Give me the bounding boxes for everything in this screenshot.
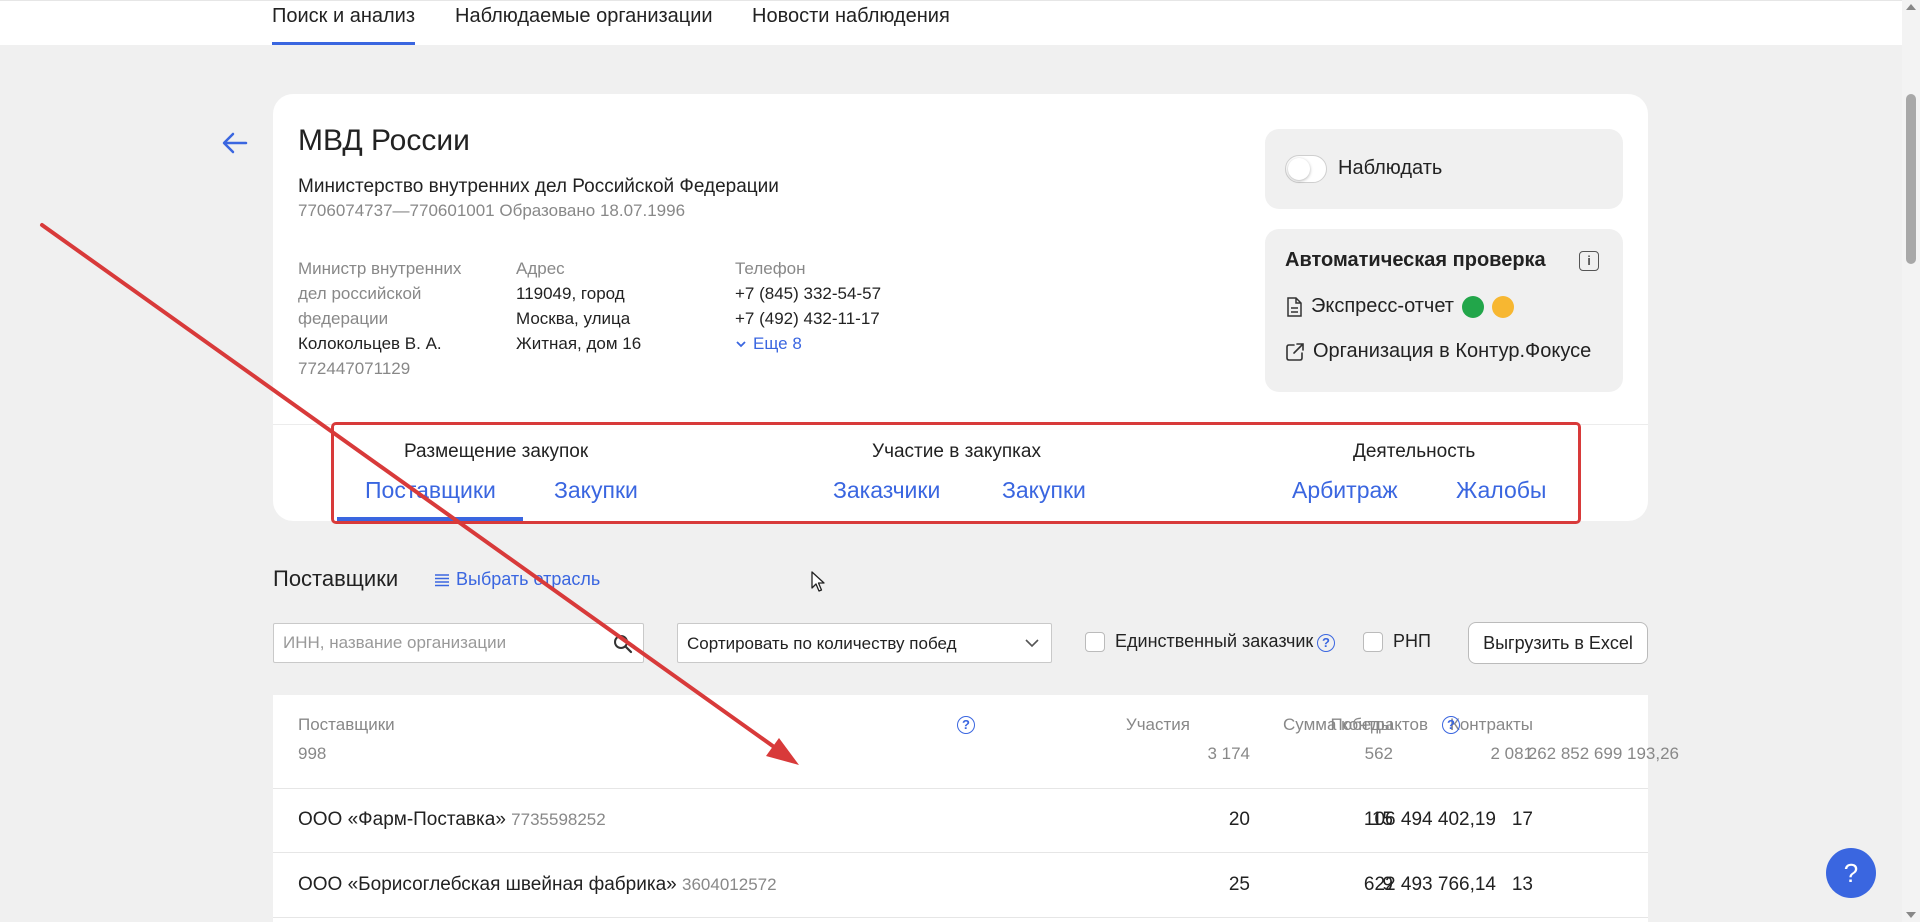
header-suppliers: Поставщики — [298, 715, 395, 734]
contracts-cell: 17 — [1511, 809, 1533, 830]
help-circle-icon[interactable]: ? — [1442, 716, 1460, 734]
info-icon[interactable]: i — [1579, 251, 1599, 271]
scroll-up-icon[interactable] — [1906, 4, 1916, 10]
help-button[interactable]: ? — [1826, 848, 1876, 898]
tab-search-analysis[interactable]: Поиск и анализ — [272, 3, 416, 45]
chevron-down-icon — [736, 340, 746, 347]
table-row[interactable]: ООО «Борисоглебская швейная фабрика» 360… — [273, 854, 1648, 918]
choose-industry-label: Выбрать отрасль — [456, 569, 601, 589]
participations-cell: 20 — [1228, 809, 1250, 830]
org-phone-1: +7 (845) 332-54-57 — [735, 284, 882, 303]
header-participations-label: Участия — [1125, 715, 1190, 734]
auto-check-panel: Автоматическая проверка i Экспресс-отчет… — [1265, 229, 1623, 392]
export-excel-button[interactable]: Выгрузить в Excel — [1468, 622, 1648, 664]
org-meta: 7706074737—770601001 Образовано 18.07.19… — [298, 201, 686, 220]
top-navigation: Поиск и анализ Наблюдаемые организации Н… — [0, 0, 1902, 45]
header-contracts-sum: Сумма контрактов — [1283, 715, 1429, 734]
org-address-label: Адрес — [516, 259, 565, 278]
page-title: МВД России — [298, 124, 470, 157]
org-phone-column: Телефон +7 (845) 332-54-57 +7 (492) 432-… — [735, 256, 935, 356]
auto-check-title: Автоматическая проверка — [1285, 249, 1546, 271]
annotation-highlight-box — [331, 422, 1581, 524]
help-circle-icon[interactable]: ? — [1317, 634, 1335, 652]
total-suppliers: 998 — [298, 744, 327, 763]
rnp-label: РНП — [1393, 631, 1431, 651]
kontur-focus-link[interactable]: Организация в Контур.Фокусе — [1285, 340, 1591, 363]
only-customer-label: Единственный заказчик — [1115, 631, 1314, 651]
page-scrollbar[interactable] — [1902, 0, 1920, 922]
suppliers-table: Поставщики Участия ? Победы Контракты Су… — [273, 695, 1679, 922]
total-wins: 562 — [1364, 744, 1393, 763]
search-field — [273, 623, 644, 663]
status-yellow-dot — [1491, 295, 1514, 318]
supplier-name-cell[interactable]: ООО «Борисоглебская швейная фабрика» 360… — [298, 874, 777, 896]
total-participations: 3 174 — [1207, 744, 1250, 763]
org-phone-label: Телефон — [735, 259, 806, 278]
participations-cell: 25 — [1228, 874, 1250, 895]
total-contracts-sum-value: 262 852 699 193,26 — [1527, 744, 1679, 763]
table-row[interactable]: ООО «Фарм-Поставка» 7735598252 20 15 17 … — [273, 789, 1648, 853]
org-full-name: Министерство внутренних дел Российской Ф… — [298, 176, 779, 197]
express-report-label: Экспресс-отчет — [1311, 295, 1454, 317]
document-icon — [1287, 296, 1302, 317]
total-contracts-sum: 262 852 699 193,26 — [1479, 744, 1679, 764]
search-icon[interactable] — [613, 634, 633, 654]
org-head-name: Колокольцев В. А. — [298, 334, 442, 353]
org-address-value: 119049, город Москва, улица Житная, дом … — [516, 284, 642, 353]
supplier-name: ООО «Фарм-Поставка» — [298, 809, 506, 830]
table-header: Поставщики Участия ? Победы Контракты Су… — [273, 695, 1679, 789]
watch-panel: Наблюдать — [1265, 129, 1623, 209]
scrollbar-thumb[interactable] — [1906, 94, 1916, 264]
search-input[interactable] — [283, 633, 603, 653]
express-report-link[interactable]: Экспресс-отчет — [1285, 295, 1514, 318]
org-head-inn: 772447071129 — [298, 359, 411, 378]
contracts-sum-cell: 106 494 402,19 — [1363, 809, 1496, 830]
org-head-label: Министр внутренних дел российской федера… — [298, 259, 462, 328]
toggle-knob — [1288, 158, 1310, 180]
back-arrow-icon[interactable] — [220, 128, 250, 158]
choose-industry-link[interactable]: Выбрать отрасль — [434, 569, 600, 590]
only-customer-checkbox[interactable] — [1085, 632, 1105, 652]
rnp-checkbox[interactable] — [1363, 632, 1383, 652]
org-phone-2: +7 (492) 432-11-17 — [735, 309, 880, 328]
watch-toggle[interactable] — [1285, 155, 1327, 183]
header-participations: Участия — [1080, 715, 1220, 735]
sort-select-value: Сортировать по количеству побед — [687, 634, 957, 653]
supplier-inn: 3604012572 — [682, 875, 777, 894]
show-more-phones-link[interactable]: Еще 8 — [735, 331, 935, 356]
contracts-sum-cell: 622 493 766,14 — [1363, 874, 1496, 895]
list-icon — [435, 573, 449, 586]
sort-select[interactable]: Сортировать по количеству побед — [677, 623, 1052, 663]
section-title: Поставщики — [273, 566, 399, 591]
external-link-icon — [1286, 342, 1304, 361]
tab-watch-news[interactable]: Новости наблюдения — [752, 3, 950, 45]
org-head-column: Министр внутренних дел российской федера… — [298, 256, 478, 381]
scroll-down-icon[interactable] — [1906, 912, 1916, 918]
chevron-down-icon — [1025, 639, 1039, 648]
supplier-name: ООО «Борисоглебская швейная фабрика» — [298, 874, 677, 895]
org-address-column: Адрес 119049, город Москва, улица Житная… — [516, 256, 666, 356]
status-green-dot — [1461, 295, 1484, 318]
show-more-phones-label: Еще 8 — [753, 334, 802, 353]
supplier-name-cell[interactable]: ООО «Фарм-Поставка» 7735598252 — [298, 809, 606, 831]
contracts-cell: 13 — [1511, 874, 1533, 895]
tab-watched-organizations[interactable]: Наблюдаемые организации — [455, 3, 713, 45]
help-circle-icon[interactable]: ? — [957, 716, 975, 734]
kontur-focus-label: Организация в Контур.Фокусе — [1313, 340, 1592, 362]
watch-label: Наблюдать — [1338, 157, 1443, 179]
supplier-inn: 7735598252 — [511, 810, 606, 829]
mouse-cursor-icon — [811, 571, 825, 592]
